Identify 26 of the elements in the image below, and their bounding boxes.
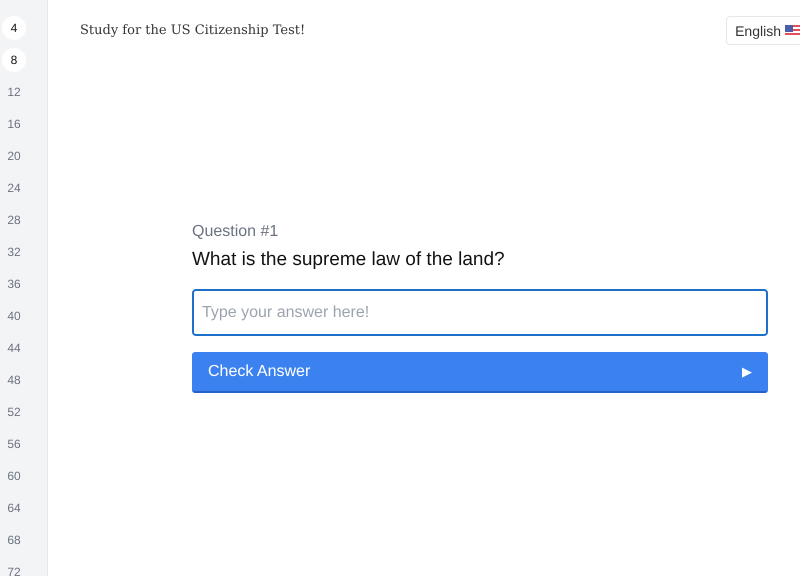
sidebar-item[interactable]: 68 xyxy=(2,528,26,552)
sidebar-item[interactable]: 60 xyxy=(2,464,26,488)
sidebar-item[interactable]: 8 xyxy=(2,48,26,72)
sidebar-item[interactable]: 52 xyxy=(2,400,26,424)
sidebar-item[interactable]: 56 xyxy=(2,432,26,456)
sidebar-item[interactable]: 28 xyxy=(2,208,26,232)
question-number: Question #1 xyxy=(192,223,280,241)
sidebar-item[interactable]: 64 xyxy=(2,496,26,520)
language-button[interactable]: English xyxy=(726,16,800,45)
sidebar-item[interactable]: 12 xyxy=(2,80,26,104)
sidebar-item[interactable]: 24 xyxy=(2,176,26,200)
sidebar-item[interactable]: 20 xyxy=(2,144,26,168)
site-title: Study for the US Citizenship Test! xyxy=(80,23,306,38)
play-icon: ▶ xyxy=(742,364,752,379)
answer-field[interactable]: Type your answer here! xyxy=(192,289,768,336)
sidebar-item[interactable]: 32 xyxy=(2,240,26,264)
sidebar-item[interactable]: 72 xyxy=(2,560,26,576)
sidebar-item[interactable]: 44 xyxy=(2,336,26,360)
sidebar-item[interactable]: 4 xyxy=(2,16,26,40)
question-text: What is the supreme law of the land? xyxy=(192,249,506,271)
sidebar-item[interactable]: 36 xyxy=(2,272,26,296)
sidebar-item[interactable]: 16 xyxy=(2,112,26,136)
flag-icon xyxy=(785,24,800,36)
sidebar-item[interactable]: 40 xyxy=(2,304,26,328)
sidebar-item[interactable]: 48 xyxy=(2,368,26,392)
check-answer-button[interactable]: Check Answer ▶ xyxy=(192,352,768,393)
